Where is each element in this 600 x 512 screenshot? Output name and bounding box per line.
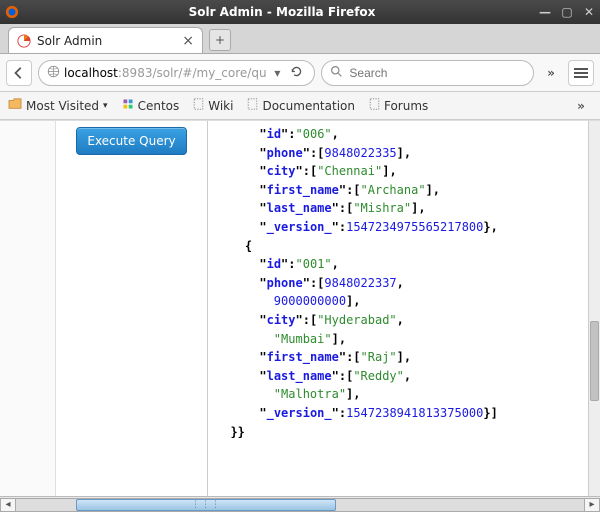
navigation-toolbar: localhost:8983/solr/#/my_core/query ▾ » [0,54,600,92]
bookmark-forums[interactable]: Forums [369,98,428,113]
bookmark-centos[interactable]: Centos [122,98,180,113]
bookmark-label: Wiki [208,99,233,113]
url-history-dropdown-icon[interactable]: ▾ [271,66,283,80]
solr-favicon-icon [17,34,31,48]
globe-icon [47,65,60,81]
page-icon [369,98,380,113]
back-button[interactable] [6,60,32,86]
scroll-left-button[interactable]: ◂ [0,498,16,512]
search-input[interactable] [349,66,525,80]
scroll-right-button[interactable]: ▸ [584,498,600,512]
dropdown-icon: ▾ [103,101,108,111]
bookmark-documentation[interactable]: Documentation [247,98,355,113]
window-minimize-button[interactable]: — [538,5,552,19]
reload-icon[interactable] [287,65,306,81]
bookmark-most-visited[interactable]: Most Visited ▾ [8,98,108,113]
menu-button[interactable] [568,60,594,86]
bookmark-label: Documentation [262,99,355,113]
search-icon [330,65,343,81]
url-bar[interactable]: localhost:8983/solr/#/my_core/query ▾ [38,60,315,86]
tab-title: Solr Admin [37,34,176,48]
new-tab-button[interactable]: + [209,29,231,51]
tab-close-icon[interactable]: × [182,33,194,49]
url-path: :8983/solr/#/my_core/query [118,66,268,80]
window-maximize-button[interactable]: ▢ [560,5,574,19]
json-response-output: "id":"006", "phone":[9848022335], "city"… [216,125,592,441]
firefox-app-icon [4,4,20,20]
window-close-button[interactable]: ✕ [582,5,596,19]
scrollbar-thumb[interactable]: ⋮⋮⋮ [76,499,336,511]
tab-bar: Solr Admin × + [0,24,600,54]
solr-response-panel: "id":"006", "phone":[9848022335], "city"… [208,121,600,496]
bookmark-label: Most Visited [26,99,99,113]
page-icon [193,98,204,113]
bookmark-wiki[interactable]: Wiki [193,98,233,113]
overflow-button[interactable]: » [540,66,562,80]
bookmarks-overflow-button[interactable]: » [570,99,592,113]
url-host: localhost [64,66,118,80]
window-titlebar: Solr Admin - Mozilla Firefox — ▢ ✕ [0,0,600,24]
bookmarks-toolbar: Most Visited ▾ Centos Wiki Documentation… [0,92,600,120]
window-title: Solr Admin - Mozilla Firefox [26,5,538,19]
folder-icon [8,98,22,113]
browser-tab[interactable]: Solr Admin × [8,27,203,53]
solr-left-sidebar [0,121,56,496]
horizontal-scrollbar[interactable]: ◂ ⋮⋮⋮ ▸ [0,496,600,512]
scrollbar-track[interactable]: ⋮⋮⋮ [16,498,584,512]
solr-query-panel: Execute Query [56,121,208,496]
bookmark-label: Forums [384,99,428,113]
vertical-scrollbar[interactable] [588,121,600,496]
bookmark-label: Centos [138,99,180,113]
search-bar[interactable] [321,60,534,86]
centos-icon [122,98,134,113]
page-icon [247,98,258,113]
execute-query-button[interactable]: Execute Query [76,127,186,155]
url-text: localhost:8983/solr/#/my_core/query [64,66,267,80]
page-content: Execute Query "id":"006", "phone":[98480… [0,120,600,496]
scrollbar-thumb[interactable] [590,321,599,401]
